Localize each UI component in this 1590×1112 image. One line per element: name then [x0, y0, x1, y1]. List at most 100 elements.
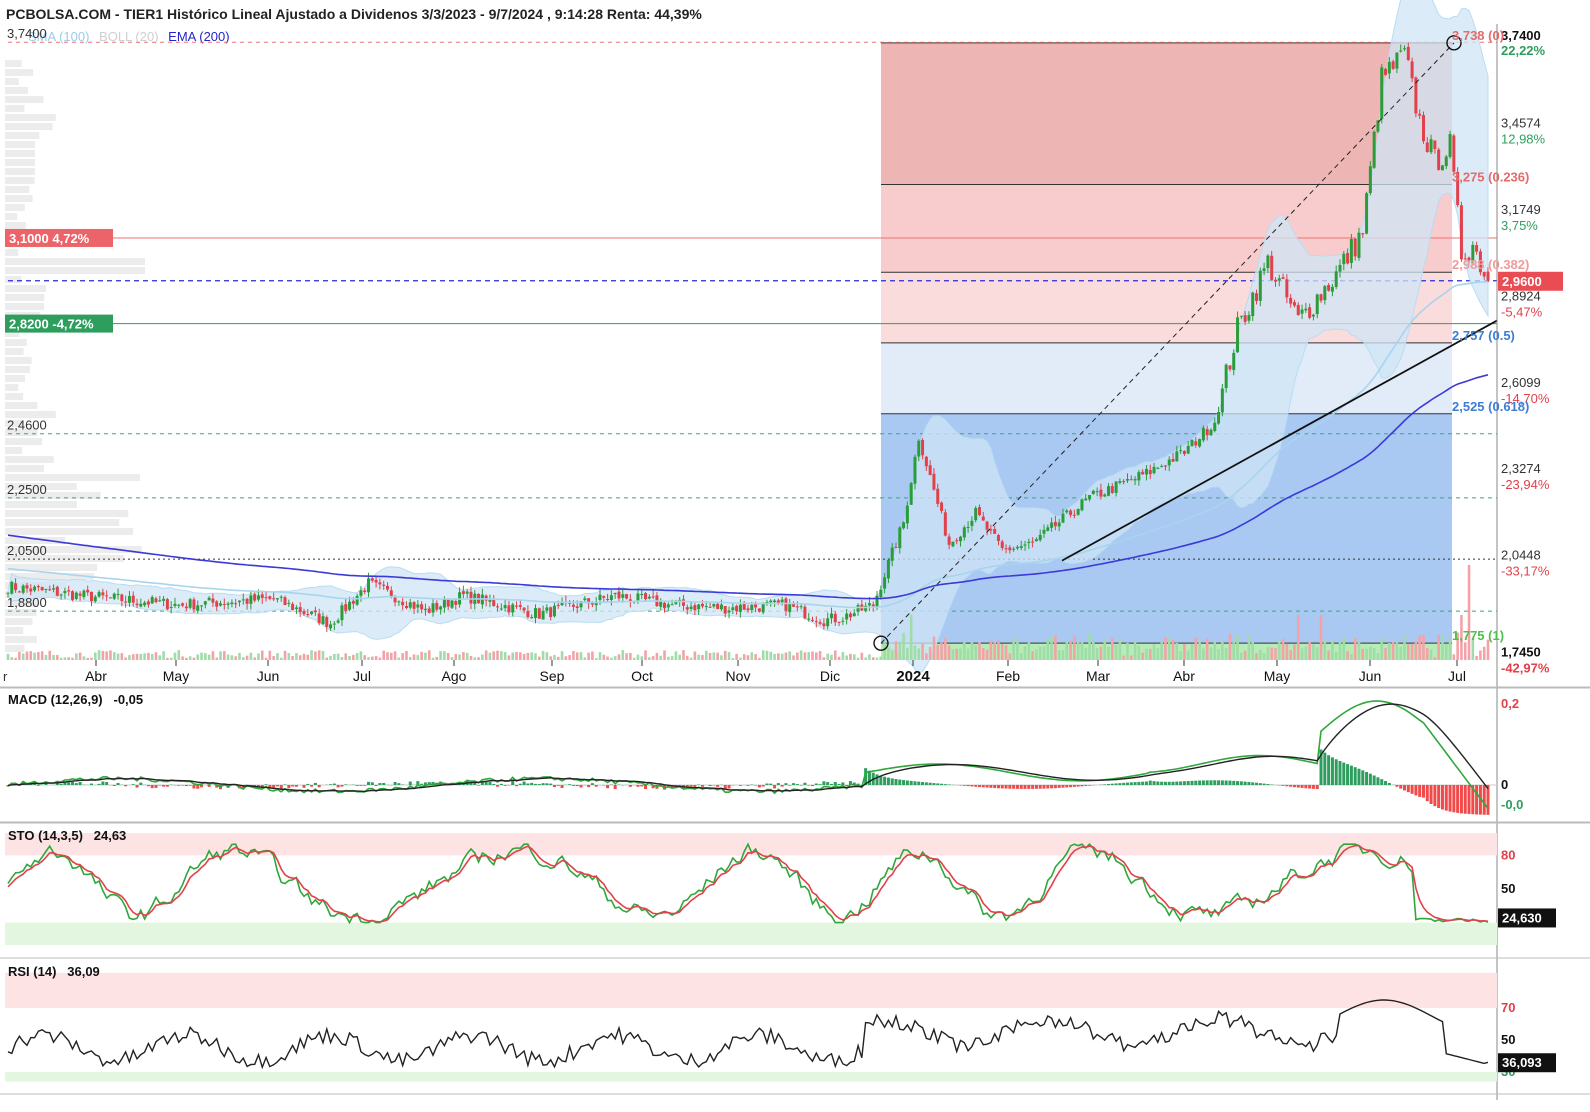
candle: [670, 604, 674, 606]
profile-bar: [5, 186, 30, 193]
volume-bar: [1008, 653, 1012, 660]
candle: [1152, 466, 1156, 474]
fib-label: 2,525 (0.618): [1452, 399, 1529, 414]
volume-bar: [363, 655, 367, 660]
volume-bar: [1171, 639, 1175, 660]
candle: [1258, 270, 1262, 301]
profile-bar: [5, 456, 54, 463]
macd-histogram-bar: [894, 779, 898, 785]
candle: [1004, 548, 1008, 550]
macd-panel: 0,2 0 -0,0: [0, 687, 1590, 823]
volume-bar: [469, 655, 473, 660]
volume-bar: [503, 652, 507, 660]
candle: [708, 606, 712, 608]
volume-bar: [818, 651, 822, 660]
profile-bar: [5, 60, 22, 67]
volume-bar: [82, 656, 86, 660]
macd-histogram-bar: [1217, 780, 1221, 785]
volume-bar: [500, 651, 503, 660]
candle: [1091, 490, 1095, 494]
macd-histogram-bar: [537, 784, 541, 785]
candle: [1251, 292, 1255, 317]
volume-bar: [97, 650, 101, 660]
volume-bar: [450, 657, 454, 660]
macd-histogram-bar: [1463, 785, 1467, 814]
macd-histogram-bar: [1076, 785, 1080, 787]
candle: [120, 594, 124, 602]
candle: [1148, 470, 1152, 475]
macd-histogram-bar: [1456, 785, 1460, 813]
candle: [886, 559, 890, 579]
volume-bar: [454, 653, 458, 660]
profile-bar: [5, 348, 24, 355]
candle: [1391, 61, 1395, 69]
volume-bar: [207, 654, 211, 660]
candle: [329, 624, 333, 629]
volume-bar: [640, 656, 644, 660]
macd-histogram-bar: [382, 782, 386, 785]
volume-bar: [697, 654, 700, 660]
macd-histogram-bar: [1315, 785, 1319, 790]
volume-bar: [944, 638, 947, 660]
candle: [287, 602, 291, 604]
macd-histogram-bar: [1004, 785, 1008, 789]
volume-bar: [52, 655, 55, 660]
macd-histogram-bar: [989, 785, 993, 788]
macd-histogram-bar: [135, 785, 139, 788]
candle: [143, 602, 147, 606]
macd-histogram-bar: [530, 782, 534, 785]
macd-histogram-bar: [1308, 785, 1312, 789]
macd-histogram-bar: [518, 783, 522, 785]
candle: [1319, 294, 1323, 301]
candle: [784, 598, 788, 611]
candle: [738, 604, 742, 612]
volume-bar: [371, 656, 374, 660]
profile-bar: [5, 249, 19, 256]
candle: [1236, 317, 1240, 353]
price-chart[interactable]: 3,7400 2,4600 2,2500 2,0500 1,8800 3,457412,9…: [0, 0, 1590, 1112]
macd-histogram-bar: [1452, 785, 1456, 813]
macd-histogram-bar: [1072, 785, 1076, 787]
macd-histogram-bar: [526, 783, 530, 785]
volume-bar: [754, 654, 757, 660]
macd-histogram-bar: [1410, 785, 1414, 794]
volume-bar: [796, 652, 799, 660]
candle: [264, 597, 268, 599]
macd-histogram-bar: [1160, 781, 1164, 785]
candle: [321, 616, 325, 624]
macd-histogram-bar: [568, 784, 572, 785]
macd-histogram-bar: [549, 783, 553, 785]
month-label: Jul: [1448, 668, 1466, 684]
candle: [450, 600, 454, 608]
month-label: r: [3, 669, 8, 684]
candle: [1072, 514, 1076, 516]
profile-bar: [5, 474, 141, 481]
candle: [1440, 165, 1444, 171]
volume-bar: [1243, 650, 1247, 660]
candle: [1008, 547, 1012, 551]
candle: [1141, 471, 1145, 475]
candle: [689, 606, 693, 609]
candle: [625, 594, 629, 599]
volume-bar: [541, 650, 545, 660]
volume-bar: [1054, 635, 1057, 660]
fib-label: 2,988 (0.382): [1452, 257, 1529, 272]
candle: [731, 607, 735, 611]
candle: [63, 590, 67, 594]
volume-bar: [10, 657, 14, 660]
candle: [1452, 135, 1456, 172]
candle: [196, 605, 200, 611]
candle: [1144, 468, 1148, 475]
right-pct-label: -33,17%: [1501, 564, 1550, 579]
macd-histogram-bar: [370, 782, 374, 785]
volume-bar: [1122, 655, 1125, 660]
candle: [1198, 439, 1202, 447]
left-price-label: 2,0500: [7, 543, 47, 558]
profile-bar: [5, 528, 134, 535]
candle: [1361, 233, 1365, 235]
macd-histogram-bar: [1258, 783, 1262, 785]
macd-histogram-bar: [590, 783, 594, 785]
volume-bar: [1448, 638, 1452, 660]
volume-bar: [651, 656, 655, 660]
volume-bar: [864, 657, 867, 660]
